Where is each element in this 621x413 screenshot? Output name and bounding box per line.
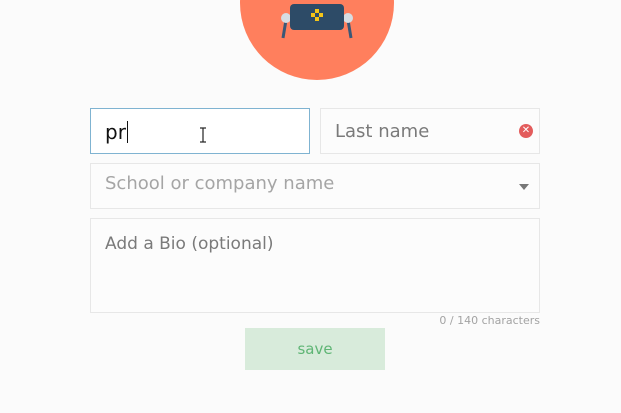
avatar (240, 0, 394, 80)
text-caret (126, 121, 128, 143)
school-company-placeholder: School or company name (105, 173, 335, 194)
robot-icon (281, 4, 353, 39)
last-name-placeholder: Last name (335, 121, 430, 142)
bio-placeholder: Add a Bio (optional) (105, 234, 274, 254)
last-name-field[interactable]: Last name ✕ (320, 108, 540, 154)
first-name-value: pr (105, 120, 128, 144)
school-company-select[interactable]: School or company name (90, 163, 540, 209)
text-cursor-icon (200, 127, 206, 143)
chevron-down-icon[interactable] (519, 184, 529, 190)
bio-textarea[interactable]: Add a Bio (optional) (90, 218, 540, 313)
close-circle-icon[interactable]: ✕ (519, 124, 533, 138)
save-button[interactable]: save (245, 328, 385, 370)
character-counter: 0 / 140 characters (439, 314, 540, 327)
first-name-field[interactable]: pr (90, 108, 310, 154)
